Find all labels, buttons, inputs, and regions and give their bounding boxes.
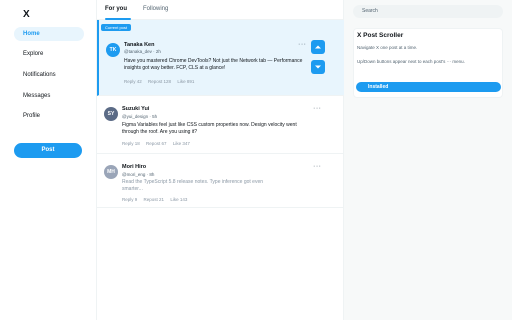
repost-button[interactable]: Repost 21 — [144, 197, 165, 202]
author-name[interactable]: Mori Hiro — [122, 164, 146, 170]
avatar[interactable]: SY — [104, 107, 118, 121]
x-logo[interactable]: X — [23, 9, 30, 20]
extension-instructions: Up/Down buttons appear next to each post… — [357, 59, 465, 64]
post-text: Have you mastered Chrome DevTools? Not j… — [124, 58, 303, 71]
sidebar-item-explore[interactable]: Explore — [14, 47, 84, 61]
feed-tabs: For you Following — [97, 0, 345, 20]
scroll-down-button[interactable] — [311, 60, 325, 74]
sidebar-item-profile[interactable]: Profile — [14, 109, 84, 123]
repost-button[interactable]: Repost 128 — [148, 79, 171, 84]
extension-card: X Post Scroller Navigate X one post at a… — [353, 28, 503, 98]
author-handle: @mori_eng · 8h — [122, 172, 155, 177]
right-sidebar: Search X Post Scroller Navigate X one po… — [344, 0, 512, 320]
more-horizontal-icon[interactable]: ··· — [298, 41, 307, 48]
chevron-up-icon — [315, 45, 321, 49]
search-input[interactable]: Search — [353, 5, 503, 18]
sidebar-item-notifications[interactable]: Notifications — [14, 68, 84, 82]
like-button[interactable]: Like 143 — [170, 197, 187, 202]
post-text: Figma Variables feel just like CSS custo… — [122, 122, 297, 135]
post-current[interactable]: Current post TK Tanaka Ken @tanaka_dev ·… — [97, 20, 345, 96]
scroll-up-button[interactable] — [311, 40, 325, 54]
post[interactable]: MH Mori Hiro @mori_eng · 8h Read the Typ… — [97, 154, 345, 208]
post-actions: Reply 42 Repost 128 Like 891 — [124, 79, 199, 84]
main-feed: For you Following Current post TK Tanaka… — [96, 0, 345, 320]
installed-button[interactable]: Installed — [356, 82, 501, 92]
tab-following[interactable]: Following — [143, 6, 168, 12]
avatar[interactable]: TK — [106, 43, 120, 57]
extension-title: X Post Scroller — [357, 32, 404, 39]
repost-button[interactable]: Repost 67 — [146, 141, 167, 146]
tab-for-you[interactable]: For you — [105, 6, 127, 12]
left-sidebar: X Home Explore Notifications Messages Pr… — [0, 0, 96, 320]
post-actions: Reply 9 Repost 21 Like 143 — [122, 197, 192, 202]
current-post-badge: Current post — [101, 24, 132, 31]
reply-button[interactable]: Reply 42 — [124, 79, 142, 84]
reply-button[interactable]: Reply 9 — [122, 197, 137, 202]
sidebar-item-messages[interactable]: Messages — [14, 89, 84, 103]
post-text: Read the TypeScript 5.8 release notes. T… — [122, 179, 264, 192]
post[interactable]: SY Suzuki Yui @yui_design · 5h Figma Var… — [97, 96, 345, 154]
reply-button[interactable]: Reply 18 — [122, 141, 140, 146]
author-handle: @yui_design · 5h — [122, 114, 158, 119]
author-name[interactable]: Suzuki Yui — [122, 106, 149, 112]
author-name[interactable]: Tanaka Ken — [124, 42, 154, 48]
more-horizontal-icon[interactable]: ··· — [313, 105, 322, 112]
like-button[interactable]: Like 891 — [177, 79, 194, 84]
like-button[interactable]: Like 347 — [173, 141, 190, 146]
extension-description: Navigate X one post at a time. — [357, 45, 418, 50]
avatar[interactable]: MH — [104, 165, 118, 179]
post-button[interactable]: Post — [14, 143, 82, 158]
post-actions: Reply 18 Repost 67 Like 347 — [122, 141, 195, 146]
chevron-down-icon — [315, 65, 321, 69]
more-horizontal-icon[interactable]: ··· — [313, 163, 322, 170]
author-handle: @tanaka_dev · 2h — [124, 49, 161, 54]
sidebar-item-home[interactable]: Home — [14, 27, 84, 41]
